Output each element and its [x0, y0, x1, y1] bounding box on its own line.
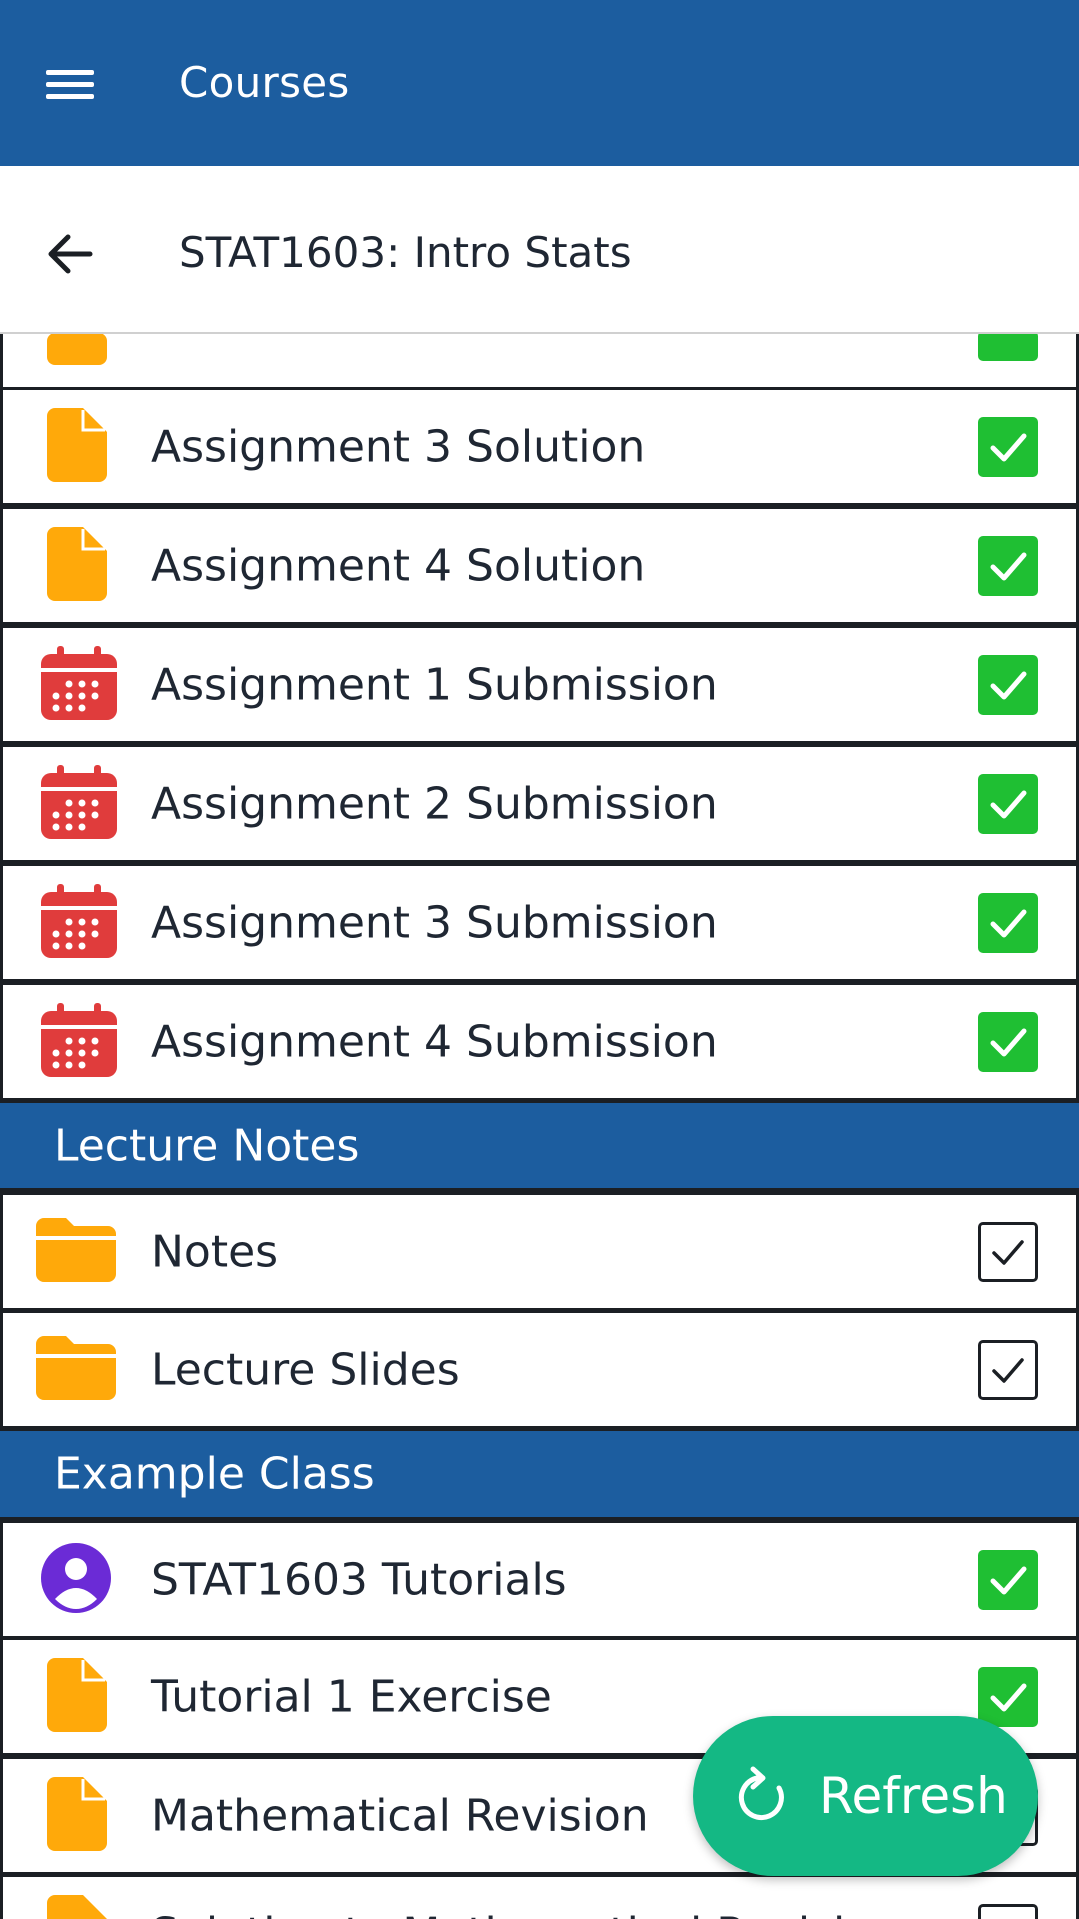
list-item-label: Assignment 2 Submission [151, 778, 718, 829]
completed-checkbox[interactable] [978, 892, 1038, 953]
checkbox[interactable] [978, 1221, 1038, 1282]
list-item[interactable]: Lecture Slides [0, 1310, 1079, 1429]
list-item-label: Assignment 3 Solution [151, 421, 646, 472]
course-title: STAT1603: Intro Stats [179, 228, 632, 277]
section-title: Lecture Notes [54, 1120, 360, 1171]
hamburger-menu-icon[interactable] [36, 58, 104, 110]
back-arrow-icon[interactable] [40, 224, 100, 284]
list-item[interactable]: Solution to Mathematical Revision [0, 1874, 1079, 1919]
list-item-label: Assignment 3 Submission [151, 897, 718, 948]
completed-checkbox[interactable] [978, 1666, 1038, 1727]
completed-checkbox[interactable] [978, 331, 1038, 361]
file-icon [47, 407, 107, 486]
app-title: Courses [179, 58, 350, 107]
list-item[interactable]: Assignment 4 Solution [0, 506, 1079, 625]
calendar-icon [41, 1002, 117, 1081]
checkbox[interactable] [978, 1339, 1038, 1400]
folder-icon [36, 1217, 116, 1286]
completed-checkbox[interactable] [978, 416, 1038, 477]
section-header-lecture-notes: Lecture Notes [0, 1100, 1079, 1193]
list-item-label: Assignment 4 Solution [151, 540, 646, 591]
completed-checkbox[interactable] [978, 1011, 1038, 1072]
section-header-example-class: Example Class [0, 1428, 1079, 1522]
person-icon [41, 1542, 111, 1617]
file-icon [47, 1776, 107, 1855]
calendar-icon [41, 764, 117, 843]
file-icon [47, 526, 107, 605]
list-item[interactable]: Notes [0, 1192, 1079, 1311]
section-title: Example Class [54, 1448, 375, 1500]
folder-icon [36, 1335, 116, 1404]
checkbox[interactable] [978, 1903, 1038, 1919]
calendar-icon [41, 883, 117, 962]
list-item[interactable]: Assignment 1 Submission [0, 625, 1079, 744]
completed-checkbox[interactable] [978, 773, 1038, 834]
list-item[interactable]: Assignment 3 Submission [0, 863, 1079, 982]
list-item[interactable]: Assignment 2 Submission [0, 744, 1079, 863]
file-icon [47, 1657, 107, 1736]
list-item[interactable]: STAT1603 Tutorials [0, 1520, 1079, 1639]
file-icon [47, 1894, 107, 1919]
calendar-icon [41, 645, 117, 724]
refresh-icon [735, 1766, 791, 1830]
list-item[interactable]: Assignment 3 Solution [0, 387, 1079, 506]
list-item-label: Notes [151, 1226, 279, 1277]
list-item[interactable]: Assignment 4 Submission [0, 982, 1079, 1101]
completed-checkbox[interactable] [978, 535, 1038, 596]
list-item-label: Assignment 4 Submission [151, 1016, 718, 1067]
refresh-label: Refresh [819, 1767, 1008, 1825]
list-item-label: Lecture Slides [151, 1344, 460, 1395]
completed-checkbox[interactable] [978, 1549, 1038, 1610]
file-icon [47, 333, 107, 369]
app-bar: Courses [0, 0, 1079, 166]
refresh-button[interactable]: Refresh [693, 1716, 1038, 1876]
list-item-label: Tutorial 1 Exercise [151, 1671, 552, 1722]
list-item-label: Assignment 1 Submission [151, 659, 718, 710]
list-item-label: Mathematical Revision [151, 1790, 649, 1841]
completed-checkbox[interactable] [978, 654, 1038, 715]
list-item-label: STAT1603 Tutorials [151, 1554, 567, 1605]
list-item-label: Solution to Mathematical Revision [151, 1908, 900, 1919]
